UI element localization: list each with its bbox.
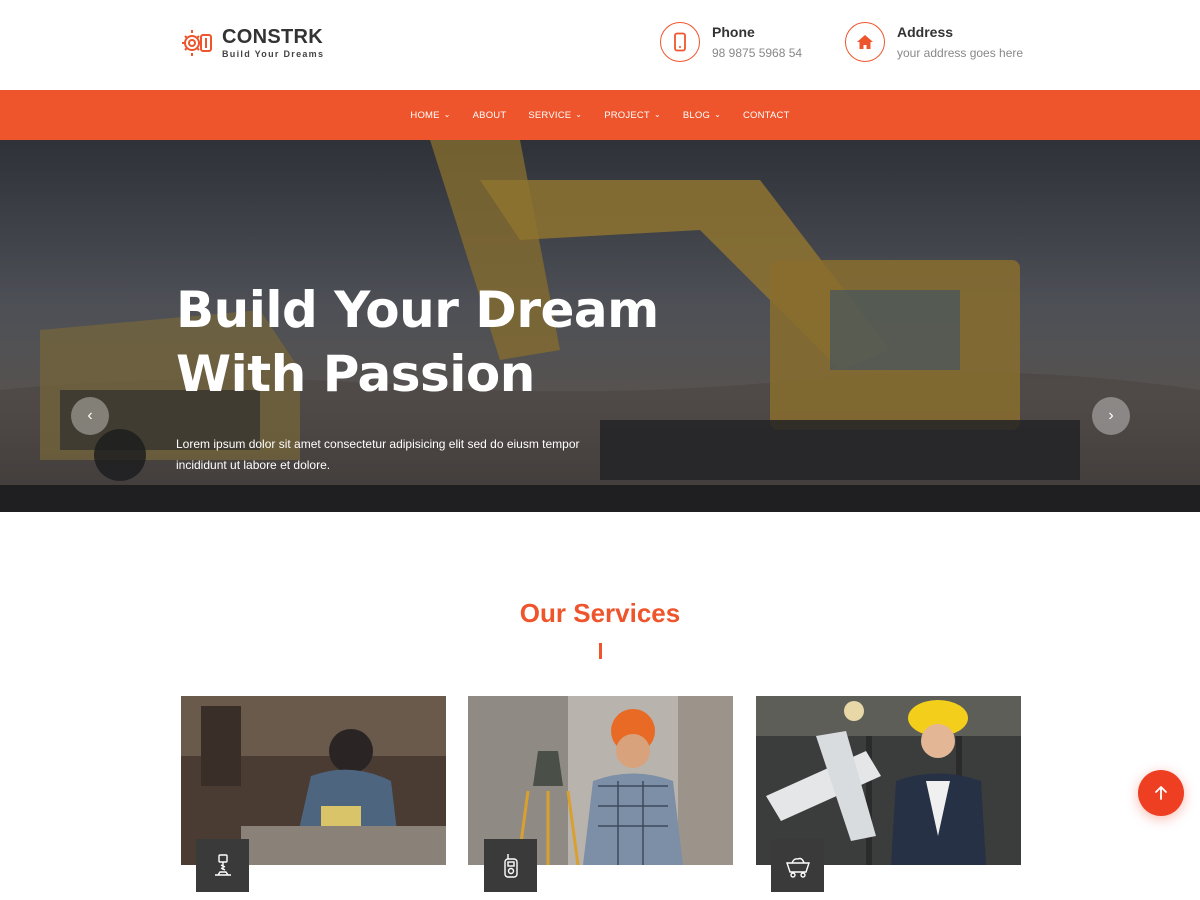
nav-label: HOME — [410, 109, 440, 121]
phone-icon — [660, 22, 700, 62]
chevron-down-icon: ⌄ — [443, 109, 451, 119]
nav-item-project[interactable]: PROJECT ⌄ — [593, 110, 672, 121]
services-heading: Our Services — [519, 598, 681, 628]
home-icon — [845, 22, 885, 62]
address-label: Address — [897, 24, 954, 40]
address-value: your address goes here — [897, 46, 1024, 60]
mine-cart-icon — [785, 857, 810, 878]
nav-menu: HOME ⌄ ABOUT SERVICE ⌄ PROJECT ⌄ BLOG ⌄ … — [399, 110, 800, 121]
phone-contact: Phone 98 9875 5968 54 — [660, 22, 802, 62]
slider-next-button[interactable]: › — [1092, 397, 1130, 435]
nav-item-blog[interactable]: BLOG ⌄ — [672, 110, 732, 121]
service-icon-badge — [771, 839, 824, 892]
phone-number[interactable]: 98 9875 5968 54 — [712, 46, 802, 60]
hero-description: Lorem ipsum dolor sit amet consectetur a… — [176, 437, 580, 472]
nav-label: SERVICE — [528, 109, 572, 121]
nav-label: PROJECT — [604, 109, 650, 121]
gear-logo-icon — [182, 30, 212, 56]
scroll-to-top-button[interactable] — [1138, 770, 1184, 816]
main-nav: HOME ⌄ ABOUT SERVICE ⌄ PROJECT ⌄ BLOG ⌄ … — [0, 90, 1200, 140]
phone-label: Phone — [712, 24, 755, 40]
address-contact: Address your address goes here — [845, 22, 1023, 62]
top-header: CONSTRK Build Your Dreams Phone 98 9875 … — [0, 0, 1200, 90]
brand-tagline: Build Your Dreams — [222, 49, 325, 59]
logo[interactable]: CONSTRK Build Your Dreams — [180, 26, 324, 60]
chevron-down-icon: ⌄ — [575, 109, 583, 119]
nav-label: ABOUT — [472, 109, 507, 121]
nav-item-service[interactable]: SERVICE ⌄ — [517, 110, 593, 121]
nav-label: CONTACT — [742, 109, 790, 121]
walkie-talkie-icon — [503, 853, 518, 878]
service-icon-badge — [484, 839, 537, 892]
hero-title-line: With Passion — [176, 345, 535, 403]
heading-divider — [599, 643, 602, 659]
drill-icon — [214, 853, 231, 876]
nav-label: BLOG — [682, 109, 711, 121]
chevron-left-icon: ‹ — [87, 407, 93, 424]
chevron-right-icon: › — [1108, 407, 1114, 424]
hero-title-line: Build Your Dream — [176, 281, 659, 339]
service-icon-badge — [196, 839, 249, 892]
arrow-up-icon — [1155, 786, 1167, 800]
hero-slider: Build Your Dream With Passion Lorem ipsu… — [0, 140, 1200, 512]
slider-prev-button[interactable]: ‹ — [71, 397, 109, 435]
nav-item-about[interactable]: ABOUT — [462, 110, 518, 121]
hero-title: Build Your Dream With Passion — [176, 278, 776, 406]
brand-name: CONSTRK — [222, 26, 323, 48]
chevron-down-icon: ⌄ — [653, 109, 661, 119]
nav-item-home[interactable]: HOME ⌄ — [399, 110, 461, 121]
chevron-down-icon: ⌄ — [714, 109, 721, 119]
nav-item-contact[interactable]: CONTACT — [732, 110, 801, 121]
